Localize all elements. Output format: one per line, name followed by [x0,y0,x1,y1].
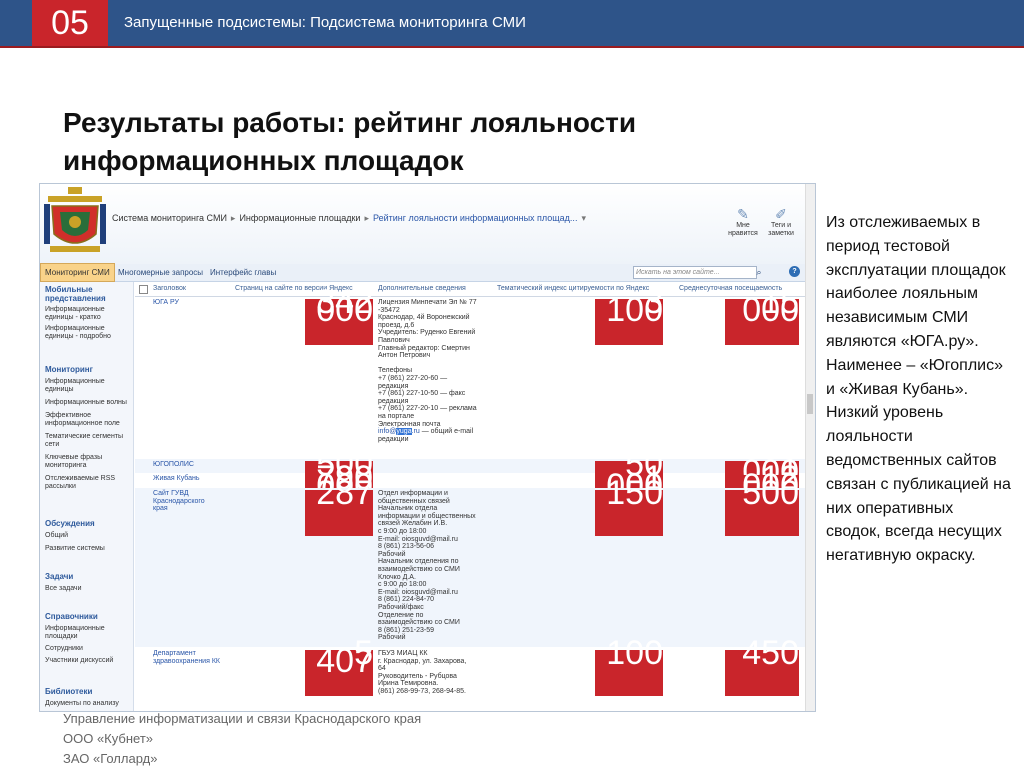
footer-line: ЗАО «Голлард» [63,751,158,766]
site-title-link[interactable]: ЮГОПОЛИС [153,461,231,469]
krasnodar-crest-icon [44,187,106,252]
sidebar-item[interactable]: Развитие системы [45,545,131,553]
like-button[interactable]: ✎ Мне нравится [725,206,761,238]
visits-value: 500 [725,476,799,536]
search-icon[interactable]: ⌕ [753,266,765,278]
sidebar-item[interactable]: Информационные единицы - подробно [45,325,131,341]
table-row: Сайт ГУВД Краснодарского края 287 Отдел … [135,476,805,647]
tags-notes-label: Теги и заметки [768,222,794,237]
site-title-link[interactable]: Сайт ГУВД Краснодарского края [153,490,221,513]
nav-group-title[interactable]: Обсуждения [45,519,131,528]
visits-value: 15 000 [725,285,799,345]
table-row: Департамент здравоохранения КК 5 407 ГБУ… [135,636,805,708]
nav-group-title[interactable]: Мобильные представления [45,285,131,303]
nav-group-title[interactable]: Библиотеки [45,687,131,696]
vertical-scrollbar[interactable] [805,184,815,711]
sidebar-item[interactable]: Информационные волны [45,399,131,407]
tic-value: 100 [595,636,663,696]
email-link-end[interactable]: .ru [412,428,420,435]
slide-title: Результаты работы: рейтинг лояльности ин… [63,107,637,176]
tab-head-interface[interactable]: Интерфейс главы [206,264,280,281]
column-header-details[interactable]: Дополнительные сведения [378,285,466,292]
table-header: Заголовок Страниц на сайте по версии Янд… [135,282,805,297]
sidebar-item[interactable]: Тематические сегменты сети [45,433,131,449]
tags-notes-button[interactable]: ✐ Теги и заметки [763,206,799,238]
sidebar-item[interactable]: Ключевые фразы мониторинга [45,454,131,470]
tab-monitoring[interactable]: Мониторинг СМИ [40,263,115,282]
details-value: Лицензия Минпечати Эл № 77 -35472 Красно… [378,299,498,443]
sidebar-item[interactable]: Информационные единицы [45,378,131,394]
visits-value: 450 [725,636,799,696]
table-row: ЮГА РУ 342 000 Лицензия Минпечати Эл № 7… [135,285,805,457]
sidebar-item[interactable]: Информационные единицы - кратко [45,306,131,322]
details-value: ГБУЗ МИАЦ КК г. Краснодар, ул. Захарова,… [378,650,467,695]
select-all-checkbox[interactable] [139,285,148,294]
app-header: Система мониторинга СМИ ▸ Информационные п… [40,184,805,265]
pages-value: 287 [305,476,373,536]
nav-group-title[interactable]: Задачи [45,572,131,581]
sidebar-item[interactable]: Все задачи [45,585,131,593]
details-value: Отдел информации и общественных связей Н… [378,490,476,642]
scrollbar-thumb[interactable] [807,394,813,414]
app-screenshot: Система мониторинга СМИ ▸ Информационные п… [39,183,816,712]
footer-line: Управление информатизации и связи Красно… [63,711,422,726]
slide-header-bar: 05 Запущенные подсистемы: Подсистема мон… [0,0,1024,48]
sidebar-item[interactable]: Сотрудники [45,645,131,653]
help-icon[interactable]: ? [789,266,800,277]
dropdown-arrow-icon[interactable]: ▾ [581,213,586,223]
nav-group-monitoring: Мониторинг Информационные единицы Информ… [45,365,131,491]
nav-group-mobile: Мобильные представления Информационные е… [45,285,131,341]
slide-commentary: Из отслеживаемых в период тестовой экспл… [826,214,1011,565]
tab-multidimensional-queries[interactable]: Многомерные запросы [114,264,207,281]
sidebar-item[interactable]: Информационные площадки [45,625,131,641]
left-nav: Мобильные представления Информационные е… [40,282,134,711]
sidebar-item[interactable]: Отслеживаемые RSS рассылки [45,475,131,491]
pages-value: 5 407 [305,636,373,696]
sidebar-item[interactable]: Документы по анализу [45,700,131,708]
tic-value: 3 100 [595,285,663,345]
nav-group-tasks: Задачи Все задачи [45,572,131,593]
nav-group-discussions: Обсуждения Общий Развитие системы [45,519,131,553]
like-icon: ✎ [737,206,749,222]
nav-group-libraries: Библиотеки Документы по анализу [45,687,131,708]
nav-group-title[interactable]: Справочники [45,612,131,621]
site-title-link[interactable]: Живая Кубань [153,475,231,483]
tic-value: 150 [595,476,663,536]
sidebar-item[interactable]: Участники дискуссий [45,657,131,665]
site-title-link[interactable]: Департамент здравоохранения КК [153,650,223,665]
search-input[interactable]: Искать на этом сайте... [633,266,757,279]
like-button-label: Мне нравится [728,222,758,237]
column-header-title[interactable]: Заголовок [153,285,186,292]
slide-footer: Управление информатизации и связи Красно… [63,709,421,769]
footer-line: ООО «Кубнет» [63,731,154,746]
sidebar-item[interactable]: Общий [45,532,131,540]
breadcrumb: Система мониторинга СМИ ▸ Информационные п… [112,213,590,224]
breadcrumb-separator-icon: ▸ [364,213,369,223]
breadcrumb-separator-icon: ▸ [230,213,236,223]
tag-icon: ✐ [775,206,787,222]
table-row: Живая Кубань 790 000 1 000 12 000 [135,461,805,521]
pages-value: 342 000 [305,285,373,345]
nav-group-title[interactable]: Мониторинг [45,365,131,374]
details-text: Лицензия Минпечати Эл № 77 -35472 Красно… [378,299,477,428]
email-link-start[interactable]: info@ [378,428,396,435]
slide-section-title: Запущенные подсистемы: Подсистема монито… [124,14,526,31]
breadcrumb-item-current[interactable]: Рейтинг лояльности информационных площад… [373,213,577,223]
sidebar-item[interactable]: Эффективное информационное поле [45,412,131,428]
slide-number: 05 [32,0,108,46]
nav-group-references: Справочники Информационные площадки Сотр… [45,612,131,665]
breadcrumb-item-sites[interactable]: Информационные площадки [239,213,360,223]
table-row: ЮГОПОЛИС 500 50 1 000 [135,447,805,507]
email-highlight[interactable]: yuga [396,428,412,436]
breadcrumb-item-root[interactable]: Система мониторинга СМИ [112,213,227,223]
site-title-link[interactable]: ЮГА РУ [153,299,231,307]
top-nav: Мониторинг СМИ Многомерные запросы Интер… [40,263,805,282]
